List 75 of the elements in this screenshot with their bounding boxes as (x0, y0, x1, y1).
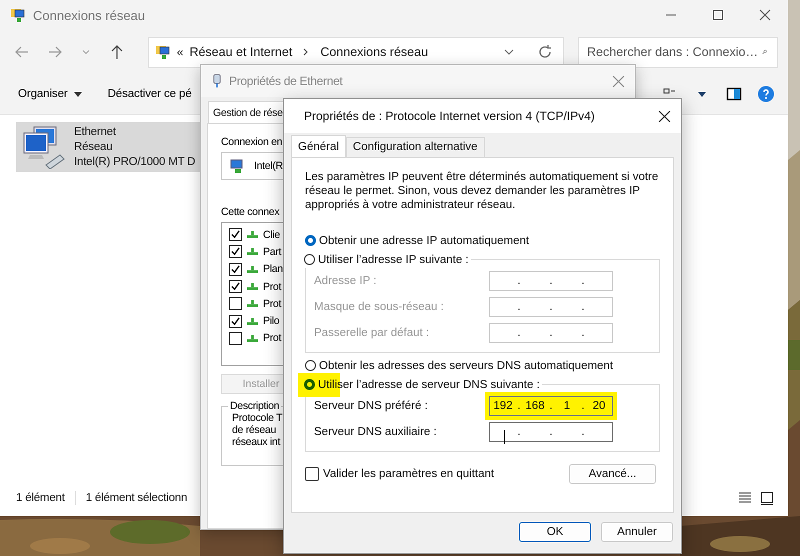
field-label: Passerelle par défaut : (314, 327, 430, 339)
description-text: réseaux int (232, 436, 280, 448)
status-text: 1 élément sélectionn (86, 492, 188, 504)
network-component-icon (247, 231, 258, 238)
section-label: Cette connex (221, 206, 280, 218)
command-button[interactable]: Désactiver ce pé (102, 84, 198, 104)
network-folder-icon (154, 44, 171, 60)
breadcrumb[interactable]: Réseau et Internet (189, 45, 292, 59)
adapter-name: Intel(R) PRO/1000 MT D (74, 154, 196, 170)
maximize-icon[interactable] (712, 9, 724, 21)
refresh-icon[interactable] (537, 44, 554, 60)
network-component-icon (247, 248, 258, 256)
checkbox[interactable] (229, 245, 242, 258)
minimize-icon[interactable] (664, 14, 676, 16)
dialog-title: Propriétés de : Protocole Internet version 4 (TCP/IPv4) (304, 109, 595, 123)
checkbox[interactable] (229, 280, 242, 294)
connection-name: Ethernet (74, 124, 117, 140)
network-component-icon (247, 266, 258, 273)
field-label: Adresse IP : (314, 275, 378, 287)
up-icon[interactable] (108, 44, 125, 60)
group-title: Description (229, 400, 280, 412)
close-icon[interactable] (758, 9, 770, 21)
field-label: Serveur DNS auxiliaire : (314, 426, 438, 438)
component-name[interactable]: Pilo (263, 315, 280, 328)
component-name[interactable]: Prot (263, 298, 282, 310)
tab[interactable]: Général (291, 135, 346, 157)
plug-icon (213, 73, 221, 89)
tiles-view-icon[interactable] (760, 491, 774, 505)
component-name[interactable]: Prot (263, 332, 282, 344)
adapter-name: Intel(R (254, 160, 283, 172)
chevron-right-icon[interactable] (302, 48, 310, 56)
status-text: 1 élément (16, 492, 65, 504)
command-button[interactable]: Organiser (12, 84, 88, 104)
breadcrumb[interactable]: Connexions réseau (320, 45, 428, 59)
network-component-icon (247, 300, 258, 308)
checkbox-option[interactable]: Valider les paramètres en quittant (305, 467, 494, 481)
field-label: Masque de sous-réseau : (314, 301, 445, 313)
component-name[interactable]: Plan (263, 263, 283, 276)
help-icon[interactable] (758, 86, 774, 102)
overflow-mark[interactable]: « (176, 45, 184, 59)
ip-address-field[interactable]: . . . (489, 422, 613, 442)
component-name[interactable]: Clie (263, 228, 280, 241)
network-component-icon (247, 334, 258, 342)
radio-option[interactable]: Utiliser l’adresse IP suivante : (304, 251, 469, 268)
description-text: Protocole T (232, 412, 282, 424)
dropdown-icon[interactable] (74, 92, 82, 96)
tab[interactable]: Configuration alternative (346, 137, 485, 157)
network-component-icon (247, 283, 258, 290)
radio-option[interactable]: Obtenir les adresses des serveurs DNS automatiquement (305, 357, 614, 374)
address-bar[interactable]: « Réseau et Internet Connexions réseau (148, 36, 564, 68)
details-view-icon[interactable] (738, 491, 752, 505)
dialog-button[interactable]: OK (519, 522, 591, 542)
field-label: Serveur DNS préféré : (314, 400, 429, 412)
checkbox[interactable] (229, 262, 242, 276)
component-name[interactable]: Part (263, 246, 282, 258)
close-icon[interactable] (658, 110, 671, 122)
preview-pane-icon[interactable] (726, 86, 742, 102)
description-text: de réseau (232, 424, 276, 436)
radio-option[interactable]: Obtenir une adresse IP automatiquement (305, 232, 530, 249)
forward-icon[interactable] (46, 44, 63, 60)
network-component-icon (247, 318, 258, 325)
checkbox[interactable] (229, 314, 242, 328)
back-icon[interactable] (14, 44, 30, 60)
checkbox[interactable] (229, 332, 242, 345)
connection-status: Réseau (74, 140, 114, 154)
search-field[interactable]: Rechercher dans : Connexio… (578, 36, 778, 68)
checkbox[interactable] (229, 297, 242, 310)
advanced-button[interactable]: Avancé... (569, 464, 656, 484)
component-name[interactable]: Prot (263, 280, 282, 293)
checkbox[interactable] (229, 228, 242, 242)
network-folder-icon (10, 7, 26, 23)
window-title: Connexions réseau (33, 8, 146, 22)
dialog-title: Propriétés de Ethernet (229, 74, 342, 88)
dialog-button[interactable]: Annuler (601, 522, 673, 542)
intro-text: Les paramètres IP peuvent être déterminés automatiquement si votre réseau le permet. Sinon, vous devez demander les paramètres IP appropriés à votre administrateur réseau. (305, 170, 660, 212)
